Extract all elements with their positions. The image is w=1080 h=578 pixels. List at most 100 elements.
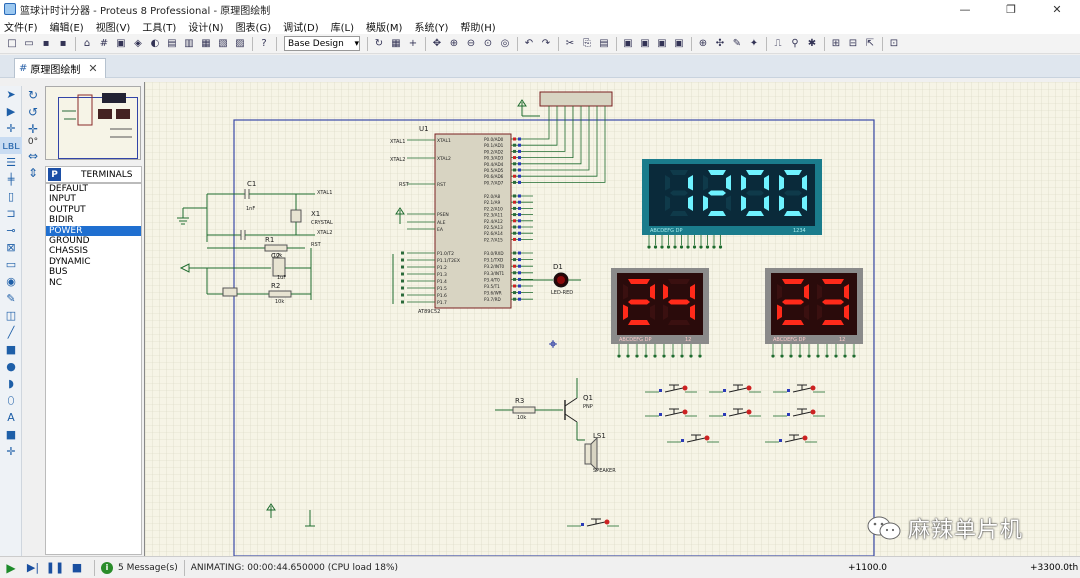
search-tag-icon[interactable]: ⚲ [787, 36, 803, 52]
menu-help[interactable]: 帮助(H) [460, 19, 495, 34]
stop-icon[interactable]: ■ [66, 557, 88, 578]
home-icon[interactable]: ⌂ [79, 36, 95, 52]
notes-icon[interactable]: ▦ [198, 36, 214, 52]
terminal-item-nc[interactable]: NC [46, 278, 141, 288]
electrical-rule-check-icon[interactable]: ⊡ [886, 36, 902, 52]
overview-window[interactable] [45, 86, 141, 160]
zoom-out-icon[interactable]: ⊖ [463, 36, 479, 52]
circle-icon[interactable]: ● [0, 358, 22, 375]
source-code-icon[interactable]: ▥ [181, 36, 197, 52]
pan-icon[interactable]: ✥ [429, 36, 445, 52]
terminal-item-bus[interactable]: BUS [46, 267, 141, 277]
tab-schematic-capture[interactable]: # 原理图绘制 ✕ [14, 58, 106, 78]
terminal-item-power[interactable]: POWER [46, 225, 141, 236]
terminal-item-input[interactable]: INPUT [46, 194, 141, 204]
block-copy-icon[interactable]: ▣ [620, 36, 636, 52]
device-pins-icon[interactable]: ⊸ [0, 222, 22, 239]
zoom-all-icon[interactable]: ⊙ [480, 36, 496, 52]
pick-devices-button[interactable]: P [48, 168, 61, 181]
text-script-icon[interactable]: ☰ [0, 154, 22, 171]
pause-icon[interactable]: ❚❚ [44, 557, 66, 578]
terminal-item-default[interactable]: DEFAULT [46, 184, 141, 194]
save-all-icon[interactable]: ▪ [55, 36, 71, 52]
generator-icon[interactable]: ◉ [0, 273, 22, 290]
undo-icon[interactable]: ↶ [521, 36, 537, 52]
rotate-clockwise-icon[interactable]: ↻ [23, 86, 43, 103]
make-device-icon[interactable]: ✣ [712, 36, 728, 52]
menu-library[interactable]: 库(L) [331, 19, 354, 34]
new-file-icon[interactable]: □ [4, 36, 20, 52]
wire-label-icon[interactable]: ʟʙʟ [0, 137, 22, 154]
closed-path-icon[interactable]: ⬯ [0, 392, 22, 409]
terminal-item-bidir[interactable]: BIDIR [46, 215, 141, 225]
paste-icon[interactable]: ▤ [596, 36, 612, 52]
resistor-pack[interactable] [539, 91, 613, 107]
menu-graph[interactable]: 图表(G) [236, 19, 272, 34]
menu-file[interactable]: 文件(F) [4, 19, 38, 34]
graph-mode-icon[interactable]: ⊠ [0, 239, 22, 256]
schematic-svg[interactable]: U1 AT89C52 XTAL1 XTAL2 RST PSEN ALEEA P1.0/T2… [145, 82, 1080, 556]
save-icon[interactable]: ▪ [38, 36, 54, 52]
pcb-icon[interactable]: ▣ [113, 36, 129, 52]
messages-count[interactable]: 5 Message(s) [118, 563, 178, 573]
exit-to-parent-icon[interactable]: ⇱ [862, 36, 878, 52]
mirror-y-icon[interactable]: ⇕ [23, 164, 43, 181]
arc-icon[interactable]: ◗ [0, 375, 22, 392]
symbol-icon[interactable]: ■ [0, 426, 22, 443]
component-mode-icon[interactable]: ▶ [0, 103, 22, 120]
menu-design[interactable]: 设计(N) [188, 19, 223, 34]
minimize-button[interactable]: — [942, 0, 988, 18]
origin-icon[interactable]: + [405, 36, 421, 52]
3d-icon[interactable]: ◈ [130, 36, 146, 52]
copy-icon[interactable]: ⎘ [579, 36, 595, 52]
menu-template[interactable]: 模版(M) [366, 19, 402, 34]
help-icon[interactable]: ? [256, 36, 272, 52]
block-delete-icon[interactable]: ▣ [671, 36, 687, 52]
close-icon[interactable]: ✕ [88, 62, 97, 75]
doc-icon[interactable]: ▨ [232, 36, 248, 52]
step-icon[interactable]: ▶| [22, 557, 44, 578]
gerber-icon[interactable]: ◐ [147, 36, 163, 52]
close-button[interactable]: ✕ [1034, 0, 1080, 18]
info-icon[interactable]: i [101, 561, 113, 574]
block-rotate-icon[interactable]: ▣ [654, 36, 670, 52]
terminals-mode-icon[interactable]: ⊐ [0, 205, 22, 222]
pick-device-icon[interactable]: ⊕ [695, 36, 711, 52]
rotate-anticlockwise-icon[interactable]: ↺ [23, 103, 43, 120]
decompose-icon[interactable]: ✦ [746, 36, 762, 52]
bom-icon[interactable]: ▤ [164, 36, 180, 52]
menu-edit[interactable]: 编辑(E) [50, 19, 84, 34]
restore-button[interactable]: ❐ [988, 0, 1034, 18]
schematic-canvas[interactable]: U1 AT89C52 XTAL1 XTAL2 RST PSEN ALE EA P1.0/T2… [144, 82, 1080, 556]
virtual-instruments-icon[interactable]: ◫ [0, 307, 22, 324]
report-icon[interactable]: ▧ [215, 36, 231, 52]
play-icon[interactable]: ▶ [0, 557, 22, 578]
open-folder-icon[interactable]: ▭ [21, 36, 37, 52]
wire-autorouter-icon[interactable]: ⎍ [770, 36, 786, 52]
mirror-x-icon[interactable]: ⇔ [23, 147, 43, 164]
line-icon[interactable]: ╱ [0, 324, 22, 341]
terminal-item-dynamic[interactable]: DYNAMIC [46, 257, 141, 267]
box-icon[interactable]: ■ [0, 341, 22, 358]
grid-icon[interactable]: ▦ [388, 36, 404, 52]
marker-icon[interactable]: ✛ [0, 443, 22, 460]
subcircuit-icon[interactable]: ▯ [0, 188, 22, 205]
zoom-area-icon[interactable]: ◎ [497, 36, 513, 52]
schematic-icon[interactable]: # [96, 36, 112, 52]
refresh-icon[interactable]: ↻ [371, 36, 387, 52]
selection-mode-icon[interactable]: ➤ [0, 86, 22, 103]
tape-recorder-icon[interactable]: ▭ [0, 256, 22, 273]
menu-system[interactable]: 系统(Y) [414, 19, 448, 34]
cut-icon[interactable]: ✂ [562, 36, 578, 52]
menu-debug[interactable]: 调试(D) [283, 19, 319, 34]
zoom-in-icon[interactable]: ⊕ [446, 36, 462, 52]
design-select[interactable]: Base Design ▾ [284, 36, 360, 51]
junction-dot-icon[interactable]: ✛ [0, 120, 22, 137]
terminal-item-output[interactable]: OUTPUT [46, 205, 141, 215]
terminal-item-ground[interactable]: GROUND [46, 236, 141, 246]
terminal-item-chassis[interactable]: CHASSIS [46, 246, 141, 256]
block-move-icon[interactable]: ▣ [637, 36, 653, 52]
text-icon[interactable]: A [0, 409, 22, 426]
remove-sheet-icon[interactable]: ⊟ [845, 36, 861, 52]
menu-view[interactable]: 视图(V) [96, 19, 131, 34]
